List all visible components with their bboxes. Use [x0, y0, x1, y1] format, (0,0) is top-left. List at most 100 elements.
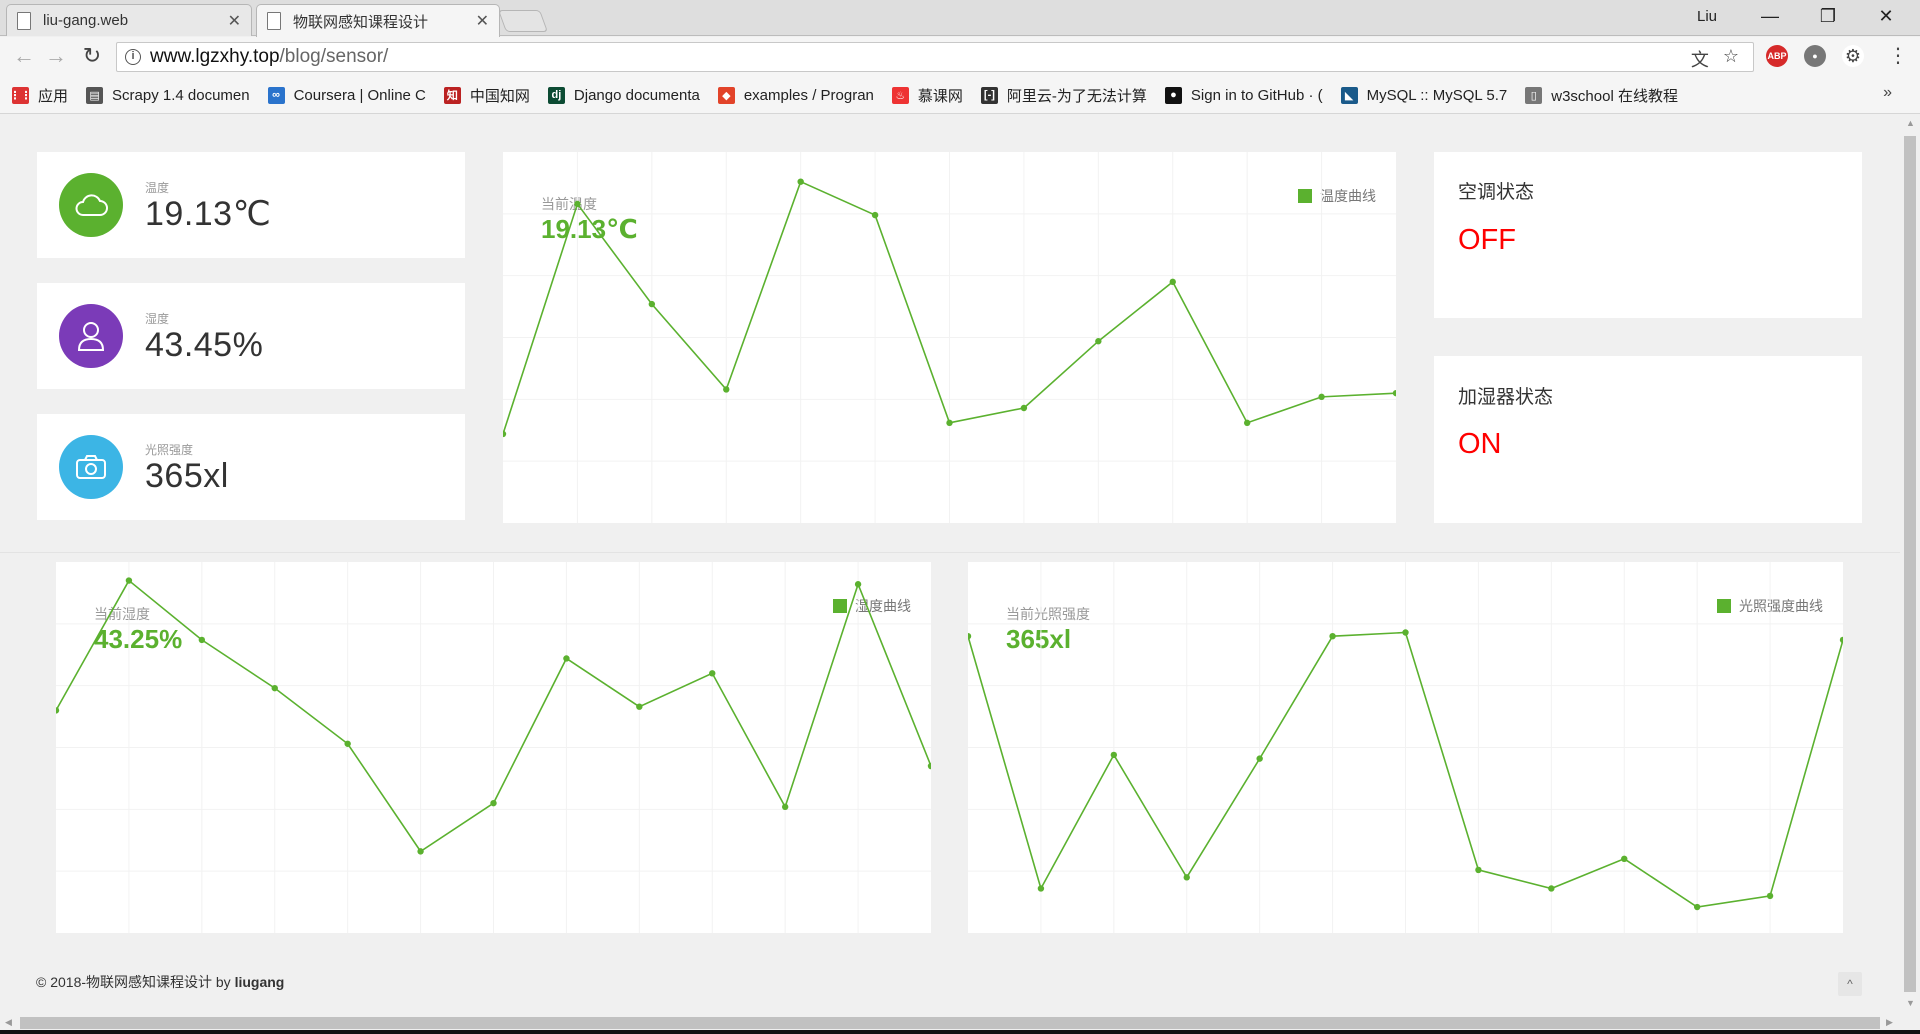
- vertical-scrollbar[interactable]: ▲ ▼: [1900, 114, 1920, 1014]
- data-point[interactable]: [198, 636, 206, 644]
- data-point[interactable]: [271, 684, 278, 692]
- bookmark-label: 应用: [38, 87, 69, 105]
- scroll-right-icon[interactable]: ▶: [1886, 1017, 1893, 1028]
- data-point[interactable]: [1037, 885, 1045, 892]
- adblock-icon[interactable]: ABP: [1766, 45, 1788, 67]
- bookmark-item[interactable]: ♨ 慕课网: [891, 85, 963, 106]
- data-point[interactable]: [1256, 755, 1263, 762]
- forward-arrow-icon[interactable]: →: [42, 43, 70, 69]
- back-to-top-button[interactable]: ^: [1838, 972, 1862, 996]
- scroll-down-icon[interactable]: ▼: [1906, 998, 1915, 1008]
- bookmark-label: 慕课网: [917, 87, 963, 105]
- doc-book-icon: ▤: [86, 86, 104, 104]
- tab-liu-gang-web[interactable]: liu-gang.web ✕: [6, 4, 252, 36]
- bookmark-item[interactable]: dj Django documenta: [547, 86, 700, 104]
- bookmarks-overflow-icon[interactable]: »: [1883, 84, 1892, 102]
- data-point[interactable]: [781, 803, 789, 811]
- footer: © 2018-物联网感知课程设计 by liugang: [36, 972, 284, 992]
- star-icon[interactable]: ☆: [1723, 46, 1739, 72]
- data-point[interactable]: [636, 703, 643, 710]
- bookmark-item[interactable]: ◣ MySQL :: MySQL 5.7: [1340, 86, 1507, 104]
- bookmark-item[interactable]: ⋮⋮ 应用: [10, 85, 69, 106]
- data-point[interactable]: [1110, 751, 1118, 759]
- data-point[interactable]: [1693, 903, 1701, 911]
- data-point[interactable]: [968, 633, 972, 640]
- data-point[interactable]: [1548, 885, 1555, 892]
- cloud-icon: [59, 173, 123, 237]
- ac-status-title: 空调状态: [1458, 182, 1535, 203]
- bookmark-item[interactable]: [-] 阿里云-为了无法计算: [980, 85, 1147, 106]
- data-point[interactable]: [648, 300, 656, 308]
- tab-sensor[interactable]: 物联网感知课程设计 ✕: [256, 4, 500, 37]
- extension-gear-icon[interactable]: ⚙: [1842, 45, 1864, 67]
- data-point[interactable]: [1839, 636, 1843, 644]
- humidifier-status-value: ON: [1458, 428, 1502, 460]
- translate-icon[interactable]: 文: [1691, 46, 1709, 72]
- data-point[interactable]: [1020, 404, 1028, 412]
- bookmark-item[interactable]: ▯ w3school 在线教程: [1525, 85, 1678, 106]
- apps-grid-icon: ⋮⋮: [10, 86, 32, 104]
- tab-strip: liu-gang.web ✕ 物联网感知课程设计 ✕ Liu — ❐ ✕: [0, 0, 1920, 37]
- data-point[interactable]: [1183, 874, 1190, 881]
- scroll-left-icon[interactable]: ◀: [5, 1017, 12, 1028]
- data-point[interactable]: [1318, 393, 1325, 401]
- footer-text: © 2018-物联网感知课程设计 by: [36, 974, 235, 990]
- horizontal-scroll-thumb[interactable]: [20, 1017, 1880, 1029]
- profile-button[interactable]: Liu: [1697, 8, 1717, 25]
- cnki-icon: 知: [443, 86, 461, 104]
- data-point[interactable]: [854, 581, 862, 588]
- data-point[interactable]: [1329, 633, 1336, 640]
- bookmark-item[interactable]: 知中国知网: [443, 85, 530, 106]
- bookmark-label: Django documenta: [573, 86, 700, 104]
- data-point[interactable]: [723, 386, 730, 393]
- data-point[interactable]: [490, 799, 497, 807]
- close-icon[interactable]: ✕: [228, 11, 241, 31]
- data-point[interactable]: [56, 707, 60, 714]
- light-chart-card: 当前光照强度 365xl 光照强度曲线: [968, 562, 1843, 933]
- data-point[interactable]: [1402, 629, 1409, 636]
- data-point[interactable]: [417, 848, 424, 855]
- data-point[interactable]: [709, 670, 716, 677]
- close-icon[interactable]: ✕: [476, 11, 489, 31]
- bookmark-item[interactable]: ◆ examples / Progran: [717, 86, 874, 104]
- bookmark-item[interactable]: ● Sign in to GitHub · (: [1164, 86, 1323, 104]
- bookmark-item[interactable]: ∞ Coursera | Online C: [267, 86, 426, 104]
- humidity-line-chart: [56, 562, 931, 933]
- data-point[interactable]: [563, 655, 570, 662]
- minimize-button[interactable]: —: [1742, 6, 1798, 27]
- data-point[interactable]: [125, 577, 133, 584]
- humidity-value: 43.45%: [145, 326, 264, 364]
- data-point[interactable]: [1392, 389, 1396, 397]
- close-window-button[interactable]: ✕: [1858, 6, 1914, 27]
- info-icon[interactable]: i: [125, 49, 141, 65]
- data-point[interactable]: [797, 178, 804, 185]
- humidity-chart-card: 当前湿度 43.25% 湿度曲线: [56, 562, 931, 933]
- data-point[interactable]: [1095, 338, 1102, 345]
- temperature-line-chart: [503, 152, 1396, 523]
- data-point[interactable]: [1243, 419, 1251, 427]
- sensor-dashboard: 温度 19.13℃ 湿度 43.45% 光照强度 365xl 当前温度 19.1…: [0, 114, 1900, 1016]
- data-point[interactable]: [344, 740, 351, 747]
- menu-dots-icon[interactable]: ⋮: [1888, 43, 1908, 68]
- data-point[interactable]: [574, 200, 581, 208]
- data-point[interactable]: [1475, 866, 1482, 874]
- restore-button[interactable]: ❐: [1800, 6, 1856, 27]
- data-point[interactable]: [503, 430, 507, 438]
- data-point[interactable]: [946, 419, 953, 427]
- scroll-up-icon[interactable]: ▲: [1906, 118, 1915, 128]
- data-point[interactable]: [871, 211, 879, 219]
- data-point[interactable]: [1169, 278, 1176, 286]
- coursera-icon: ∞: [267, 86, 285, 104]
- data-point[interactable]: [1766, 892, 1774, 900]
- url-bar[interactable]: i www.lgzxhy.top/blog/sensor/ 文 ☆: [116, 42, 1754, 72]
- data-point[interactable]: [927, 762, 931, 770]
- bookmark-item[interactable]: ▤ Scrapy 1.4 documen: [86, 86, 250, 104]
- reload-icon[interactable]: ↻: [78, 43, 106, 69]
- back-arrow-icon[interactable]: ←: [10, 43, 38, 69]
- bookmarks-bar: ⋮⋮ 应用 ▤ Scrapy 1.4 documen ∞ Coursera | Onlin…: [0, 77, 1920, 114]
- globe-extension-icon[interactable]: ●: [1804, 45, 1826, 67]
- vertical-scroll-thumb[interactable]: [1904, 136, 1916, 992]
- new-tab-button[interactable]: [497, 10, 549, 32]
- taskbar-edge: [0, 1030, 1920, 1034]
- data-point[interactable]: [1621, 855, 1628, 862]
